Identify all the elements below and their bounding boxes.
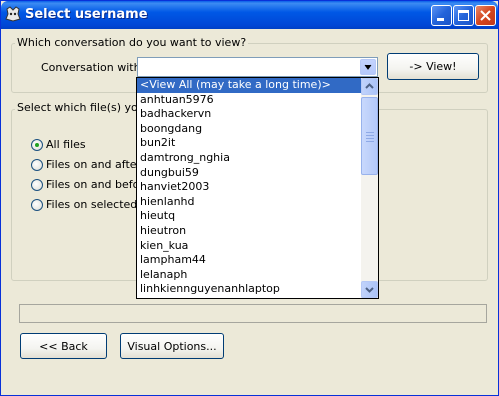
thumb-grip [366,141,374,142]
list-item[interactable]: longdh71 [137,297,361,298]
scroll-thumb[interactable] [361,97,378,175]
list-item-view-all[interactable]: <View All (may take a long time)> [137,78,361,93]
list-item[interactable]: dungbui59 [137,166,361,181]
radio-button[interactable] [31,179,43,191]
list-item[interactable]: lelanaph [137,268,361,283]
files-group-legend: Select which file(s) you want to view [15,101,143,114]
maximize-button[interactable] [453,5,474,26]
list-item[interactable]: hienlanhd [137,195,361,210]
radio-label: All files [46,138,86,151]
combo-dropdown-button[interactable] [360,59,376,75]
title-bar[interactable]: Select username [1,1,498,29]
list-item[interactable]: bun2it [137,136,361,151]
thumb-grip [366,135,374,136]
window-title: Select username [25,7,148,22]
thumb-grip [366,132,374,133]
conversation-combobox[interactable] [137,57,378,77]
scroll-down-button[interactable] [361,281,378,298]
conversation-with-label: Conversation with: [41,61,145,74]
close-button[interactable] [475,5,496,26]
list-item[interactable]: hieutron [137,224,361,239]
conversation-group-legend: Which conversation do you want to view? [15,36,249,49]
view-button[interactable]: -> View! [387,53,479,80]
list-item[interactable]: kien_kua [137,239,361,254]
list-item[interactable]: anhtuan5976 [137,93,361,108]
app-icon [5,6,21,22]
list-item[interactable]: hanviet2003 [137,180,361,195]
radio-button[interactable] [31,199,43,211]
minimize-button[interactable] [431,5,452,26]
radio-button[interactable] [31,159,43,171]
dropdown-items: <View All (may take a long time)> anhtua… [137,78,361,298]
list-item[interactable]: boongdang [137,122,361,137]
radio-selected-dot [35,143,39,147]
visual-options-button[interactable]: Visual Options... [120,333,224,359]
progress-bar [19,304,487,323]
thumb-grip [366,138,374,139]
scroll-up-button[interactable] [361,78,378,95]
list-item[interactable]: linhkiennguyenanhlaptop [137,282,361,297]
radio-button[interactable] [31,139,43,151]
scroll-up-icon [362,83,377,97]
conversation-dropdown-list[interactable]: <View All (may take a long time)> anhtua… [136,77,379,299]
list-item[interactable]: lampham44 [137,253,361,268]
scroll-down-icon [362,287,377,298]
list-item[interactable]: damtrong_nghia [137,151,361,166]
select-username-window: Select username Which conversation do yo… [0,0,499,396]
back-button[interactable]: << Back [20,333,107,359]
list-item[interactable]: badhackervn [137,107,361,122]
list-item[interactable]: hieutq [137,209,361,224]
chevron-down-icon [361,64,375,77]
dropdown-scrollbar[interactable] [361,78,378,298]
